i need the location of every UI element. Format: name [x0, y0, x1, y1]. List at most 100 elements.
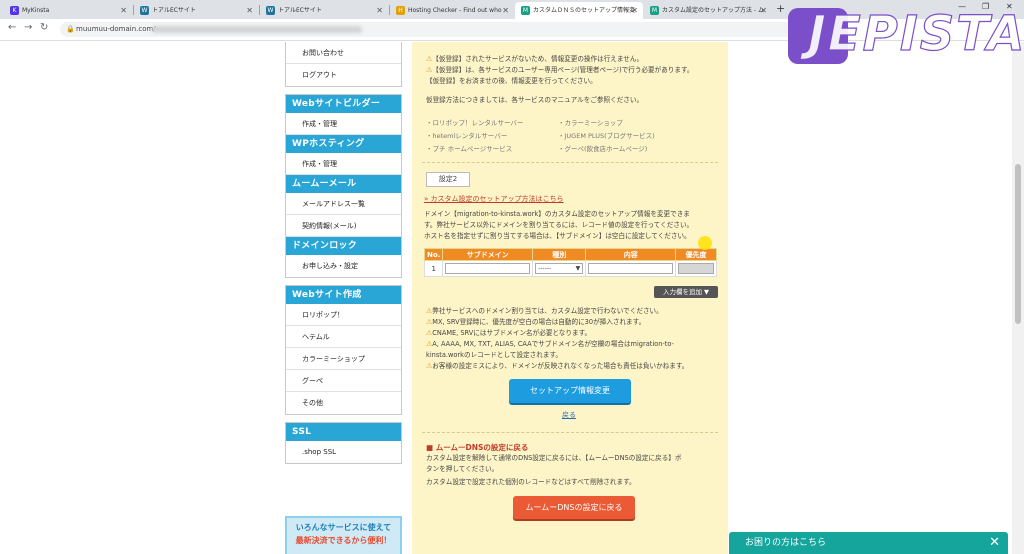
reset-dns-button[interactable]: ムームーDNSの設定に戻る [513, 496, 635, 519]
url-text: muumuu-domain.com/ [76, 25, 156, 33]
close-icon[interactable]: ✕ [246, 2, 253, 19]
sidebar-item-domain-lock-apply[interactable]: お申し込み・設定 [286, 255, 401, 277]
sidebar-site-creation-group: Webサイト作成 ロリポップ！ ヘテムル カラーミーショップ グーペ その他 [285, 285, 402, 415]
tab-title: トアルECサイト [278, 7, 322, 14]
column-priority: 優先度 [675, 248, 717, 261]
sidebar-heading-wp-hosting: WPホスティング [286, 135, 401, 153]
url-input[interactable]: 🔒 muumuu-domain.com/ [60, 22, 800, 37]
hosting-checker-favicon-icon: H [396, 6, 405, 15]
reset-section-title: ■ ムームーDNSの設定に戻る [426, 443, 529, 452]
service-goope: ・グーペ(飲食店ホームページ) [558, 145, 648, 153]
submit-setup-button[interactable]: セットアップ情報変更 [509, 379, 631, 403]
custom-setup-link[interactable]: » カスタム設定のセットアップ方法はこちら [424, 194, 564, 204]
page-viewport: お問い合わせ ログアウト Webサイトビルダー 作成・管理 WPホスティング 作… [0, 42, 1024, 554]
sidebar-item-mail-contract[interactable]: 契約情報(メール) [286, 215, 401, 237]
sidebar-item-mail-address-list[interactable]: メールアドレス一覧 [286, 193, 401, 215]
close-icon[interactable]: ✕ [502, 2, 509, 19]
priority-input[interactable] [678, 263, 714, 274]
description-line: す。弊社サービス以外にドメインを割り当てるには、レコード値の設定を行ってください… [424, 221, 694, 229]
column-subdomain: サブドメイン [442, 248, 534, 261]
back-link[interactable]: 戻る [562, 410, 576, 420]
help-bar-label: お困りの方はこちら [745, 538, 827, 548]
section-divider [422, 162, 718, 163]
notice-text: 【仮登録】されたサービスがないため、情報変更の操作は行えません。 [432, 55, 644, 63]
tab-custom-dns-active[interactable]: M カスタムＤＮＳのセットアップ情報変 ✕ [515, 2, 643, 19]
tab-custom-setup-method[interactable]: M カスタム設定のセットアップ方法 - ム ✕ [644, 2, 772, 19]
row-number: 1 [423, 260, 444, 277]
sidebar-item-contact[interactable]: お問い合わせ [286, 42, 401, 64]
sidebar-item-logout[interactable]: ログアウト [286, 64, 401, 86]
sidebar-heading-ssl: SSL [286, 423, 401, 441]
column-type: 種別 [532, 248, 587, 261]
reload-icon[interactable]: ↻ [40, 22, 48, 33]
warning-text: A, AAAA, MX, TXT, ALIAS, CAAでサブドメイン名が空欄の… [432, 340, 674, 348]
close-icon[interactable]: ✕ [376, 2, 383, 19]
sidebar-item-heteml[interactable]: ヘテムル [286, 326, 401, 348]
promo-banner[interactable]: いろんなサービスに使えて 最新決済できるから便利！ [285, 516, 402, 554]
service-colorme: ・カラーミーショップ [558, 119, 623, 127]
tab-title: MyKinsta [22, 7, 50, 14]
record-type-select[interactable]: ------ ▼ [535, 263, 584, 274]
sidebar-item-website-builder-manage[interactable]: 作成・管理 [286, 113, 401, 135]
close-icon[interactable]: ✕ [760, 2, 767, 19]
sidebar-item-other[interactable]: その他 [286, 392, 401, 414]
new-tab-button[interactable]: + [776, 2, 785, 15]
sidebar-item-wp-hosting-manage[interactable]: 作成・管理 [286, 153, 401, 175]
muumuu-favicon-icon: M [521, 6, 530, 15]
tab-hosting-checker[interactable]: H Hosting Checker - Find out who ✕ [390, 2, 514, 19]
lock-icon: 🔒 [66, 25, 75, 33]
notice-line: ⚠【仮登録】されたサービスがないため、情報変更の操作は行えません。 [426, 54, 643, 64]
sidebar-item-shop-ssl[interactable]: .shop SSL [286, 441, 401, 463]
sidebar-item-colorme-shop[interactable]: カラーミーショップ [286, 348, 401, 370]
warning-text: kinsta.workのレコードとして設定されます。 [426, 351, 562, 359]
warning-line: ⚠CNAME, SRVにはサブドメイン名が必要となります。 [426, 328, 591, 338]
tab-title: カスタム設定のセットアップ方法 - ム [662, 7, 764, 14]
url-redacted [152, 26, 362, 33]
content-input[interactable] [588, 263, 674, 274]
description-line: ドメイン【migration-to-kinsta.work】のカスタム設定のセッ… [424, 210, 690, 218]
forward-arrow-icon[interactable]: → [24, 22, 32, 33]
warning-text: 弊社サービスへのドメイン割り当ては、カスタム設定で行わないでください。 [432, 307, 663, 315]
tab-ec-site-1[interactable]: W トアルECサイト ✕ [134, 2, 258, 19]
logo-text: JEPISTA [807, 5, 1024, 62]
tab-title: カスタムＤＮＳのセットアップ情報変 [533, 7, 636, 14]
sidebar-heading-muumuu-mail: ムームーメール [286, 175, 401, 193]
warning-text: お客様の設定ミスにより、ドメインが反映されなくなった場合も責任は負いかねます。 [432, 362, 689, 370]
add-field-button[interactable]: 入力欄を追加 ▼ [654, 286, 718, 298]
help-chat-bar[interactable]: お困りの方はこちら ✕ [729, 532, 1008, 554]
sidebar-ssl-group: SSL .shop SSL [285, 422, 402, 464]
notice-text: 【仮登録】は、各サービスのユーザー専用ページ(管理者ページ)で行う必要があります… [432, 66, 694, 74]
dns-record-table: No. サブドメイン 種別 内容 優先度 1 ------ ▼ [423, 248, 717, 277]
table-header-row: No. サブドメイン 種別 内容 優先度 [423, 248, 717, 261]
scrollbar-thumb[interactable] [1015, 164, 1021, 324]
selected-type: ------ [538, 265, 552, 272]
close-icon[interactable]: ✕ [631, 2, 638, 19]
warning-text: CNAME, SRVにはサブドメイン名が必要となります。 [432, 329, 592, 337]
warning-line: ⚠MX, SRV登録時に、優先度が空白の場合は自動的に30が挿入されます。 [426, 317, 645, 327]
warning-line: ⚠弊社サービスへのドメイン割り当ては、カスタム設定で行わないでください。 [426, 306, 663, 316]
close-icon[interactable]: ✕ [120, 2, 127, 19]
sidebar-item-lolipop[interactable]: ロリポップ！ [286, 304, 401, 326]
back-arrow-icon[interactable]: ← [8, 22, 16, 33]
notice-line: ⚠【仮登録】は、各サービスのユーザー専用ページ(管理者ページ)で行う必要がありま… [426, 65, 694, 75]
service-jugem-plus: ・JUGEM PLUS(ブログサービス) [558, 132, 655, 140]
sidebar: お問い合わせ ログアウト Webサイトビルダー 作成・管理 WPホスティング 作… [285, 42, 402, 464]
mouse-cursor-highlight [698, 236, 712, 250]
page-scrollbar[interactable] [1012, 42, 1024, 554]
sidebar-heading-site-creation: Webサイト作成 [286, 286, 401, 304]
warning-text: MX, SRV登録時に、優先度が空白の場合は自動的に30が挿入されます。 [432, 318, 646, 326]
kinsta-favicon-icon: K [10, 6, 19, 15]
subdomain-input[interactable] [445, 263, 531, 274]
tab-mykinsta[interactable]: K MyKinsta ✕ [4, 2, 132, 19]
reset-description-line: カスタム設定で設定された個別のレコードなどはすべて削除されます。 [426, 478, 636, 486]
wordpress-favicon-icon: W [266, 6, 275, 15]
sidebar-heading-website-builder: Webサイトビルダー [286, 95, 401, 113]
service-heteml: ・hetemlレンタルサーバー [426, 132, 508, 140]
reset-description-line: カスタム設定を解除して通常のDNS設定に戻るには、【ムームーDNSの設定に戻る】… [426, 454, 682, 462]
tab-ec-site-2[interactable]: W トアルECサイト ✕ [260, 2, 388, 19]
close-icon[interactable]: ✕ [989, 532, 1000, 554]
tab-title: トアルECサイト [152, 7, 196, 14]
sidebar-item-goope[interactable]: グーペ [286, 370, 401, 392]
wordpress-favicon-icon: W [140, 6, 149, 15]
sidebar-heading-domain-lock: ドメインロック [286, 237, 401, 255]
